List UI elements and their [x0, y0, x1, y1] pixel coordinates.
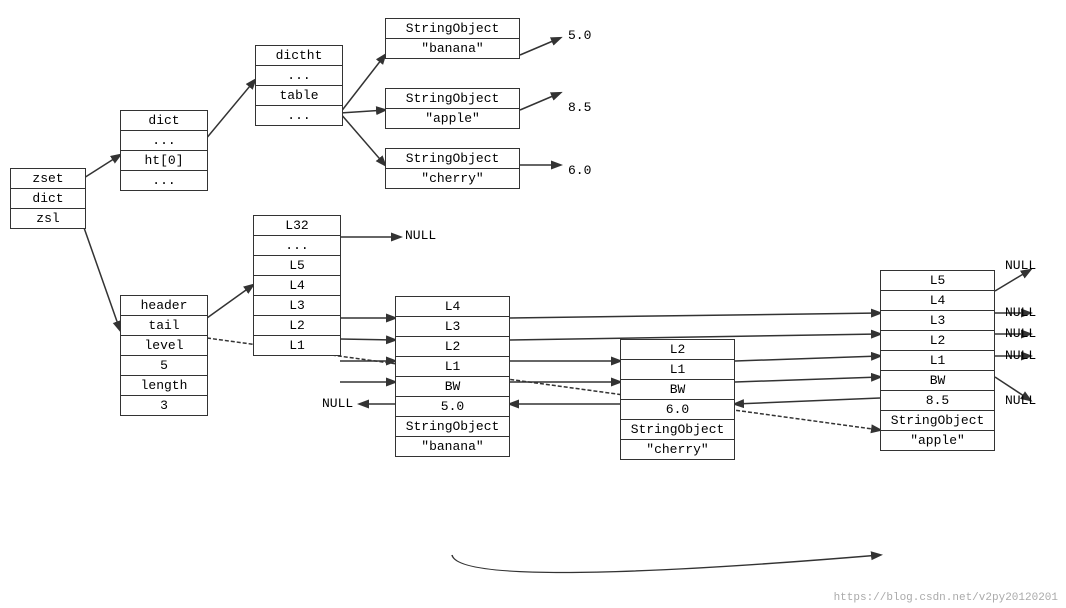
null-n3-l2: NULL: [1005, 348, 1036, 363]
val-cherry: 6.0: [568, 163, 591, 178]
sl-dots: ...: [254, 236, 340, 256]
string-cherry-title: StringObject: [386, 149, 519, 169]
dictht-cell-table: table: [256, 86, 342, 106]
zset-box: zset dict zsl: [10, 168, 86, 229]
n3-l5: L5: [881, 271, 994, 291]
null-n3-l3: NULL: [1005, 326, 1036, 341]
dictht-cell-title: dictht: [256, 46, 342, 66]
dict-cell-dots: ...: [121, 131, 207, 151]
n1-l2: L2: [396, 337, 509, 357]
sl-l32: L32: [254, 216, 340, 236]
string-banana-box: StringObject "banana": [385, 18, 520, 59]
n3-str1: StringObject: [881, 411, 994, 431]
n1-l1: L1: [396, 357, 509, 377]
dict-struct-box: dict ... ht[0] ...: [120, 110, 208, 191]
n1-l3: L3: [396, 317, 509, 337]
dictht-cell-dots: ...: [256, 66, 342, 86]
zsl-length-val: 3: [121, 396, 207, 415]
string-cherry-val: "cherry": [386, 169, 519, 188]
n2-str2: "cherry": [621, 440, 734, 459]
val-banana: 5.0: [568, 28, 591, 43]
dict-cell-ht0: ht[0]: [121, 151, 207, 171]
skiplist-levels-box: L32 ... L5 L4 L3 L2 L1: [253, 215, 341, 356]
dict-cell-dots2: ...: [121, 171, 207, 190]
zsl-level-cell: level: [121, 336, 207, 356]
zsl-level-val: 5: [121, 356, 207, 376]
dictht-cell-dots2: ...: [256, 106, 342, 125]
n1-score: 5.0: [396, 397, 509, 417]
n2-l2: L2: [621, 340, 734, 360]
zsl-header-cell: header: [121, 296, 207, 316]
n2-str1: StringObject: [621, 420, 734, 440]
sl-l5: L5: [254, 256, 340, 276]
string-cherry-box: StringObject "cherry": [385, 148, 520, 189]
n2-bw: BW: [621, 380, 734, 400]
n3-l1: L1: [881, 351, 994, 371]
sl-l1: L1: [254, 336, 340, 355]
n1-str1: StringObject: [396, 417, 509, 437]
string-banana-val: "banana": [386, 39, 519, 58]
sl-l2: L2: [254, 316, 340, 336]
n3-score: 8.5: [881, 391, 994, 411]
zset-cell-zsl: zsl: [11, 209, 85, 228]
node1-box: L4 L3 L2 L1 BW 5.0 StringObject "banana": [395, 296, 510, 457]
string-apple-box: StringObject "apple": [385, 88, 520, 129]
sl-l3: L3: [254, 296, 340, 316]
string-apple-title: StringObject: [386, 89, 519, 109]
null-n3-l4: NULL: [1005, 305, 1036, 320]
sl-l4: L4: [254, 276, 340, 296]
watermark: https://blog.csdn.net/v2py20120201: [834, 592, 1058, 604]
dict-cell-dict: dict: [121, 111, 207, 131]
n3-bw: BW: [881, 371, 994, 391]
n1-str2: "banana": [396, 437, 509, 456]
node2-box: L2 L1 BW 6.0 StringObject "cherry": [620, 339, 735, 460]
n3-l4: L4: [881, 291, 994, 311]
null-n3-l5: NULL: [1005, 258, 1036, 273]
val-apple: 8.5: [568, 100, 591, 115]
n2-l1: L1: [621, 360, 734, 380]
zsl-header-box: header tail level 5 length 3: [120, 295, 208, 416]
string-banana-title: StringObject: [386, 19, 519, 39]
n3-l2: L2: [881, 331, 994, 351]
node3-box: L5 L4 L3 L2 L1 BW 8.5 StringObject "appl…: [880, 270, 995, 451]
string-apple-val: "apple": [386, 109, 519, 128]
n1-l4: L4: [396, 297, 509, 317]
null-n3-bw: NULL: [1005, 393, 1036, 408]
diagram: zset dict zsl dict ... ht[0] ... dictht …: [0, 0, 1066, 608]
null-l32: NULL: [405, 228, 436, 243]
zsl-length-cell: length: [121, 376, 207, 396]
n3-str2: "apple": [881, 431, 994, 450]
zset-cell-zset: zset: [11, 169, 85, 189]
n2-score: 6.0: [621, 400, 734, 420]
dictht-box: dictht ... table ...: [255, 45, 343, 126]
n1-bw: BW: [396, 377, 509, 397]
zsl-tail-cell: tail: [121, 316, 207, 336]
n3-l3: L3: [881, 311, 994, 331]
null-n1-bw: NULL: [322, 396, 353, 411]
zset-cell-dict: dict: [11, 189, 85, 209]
